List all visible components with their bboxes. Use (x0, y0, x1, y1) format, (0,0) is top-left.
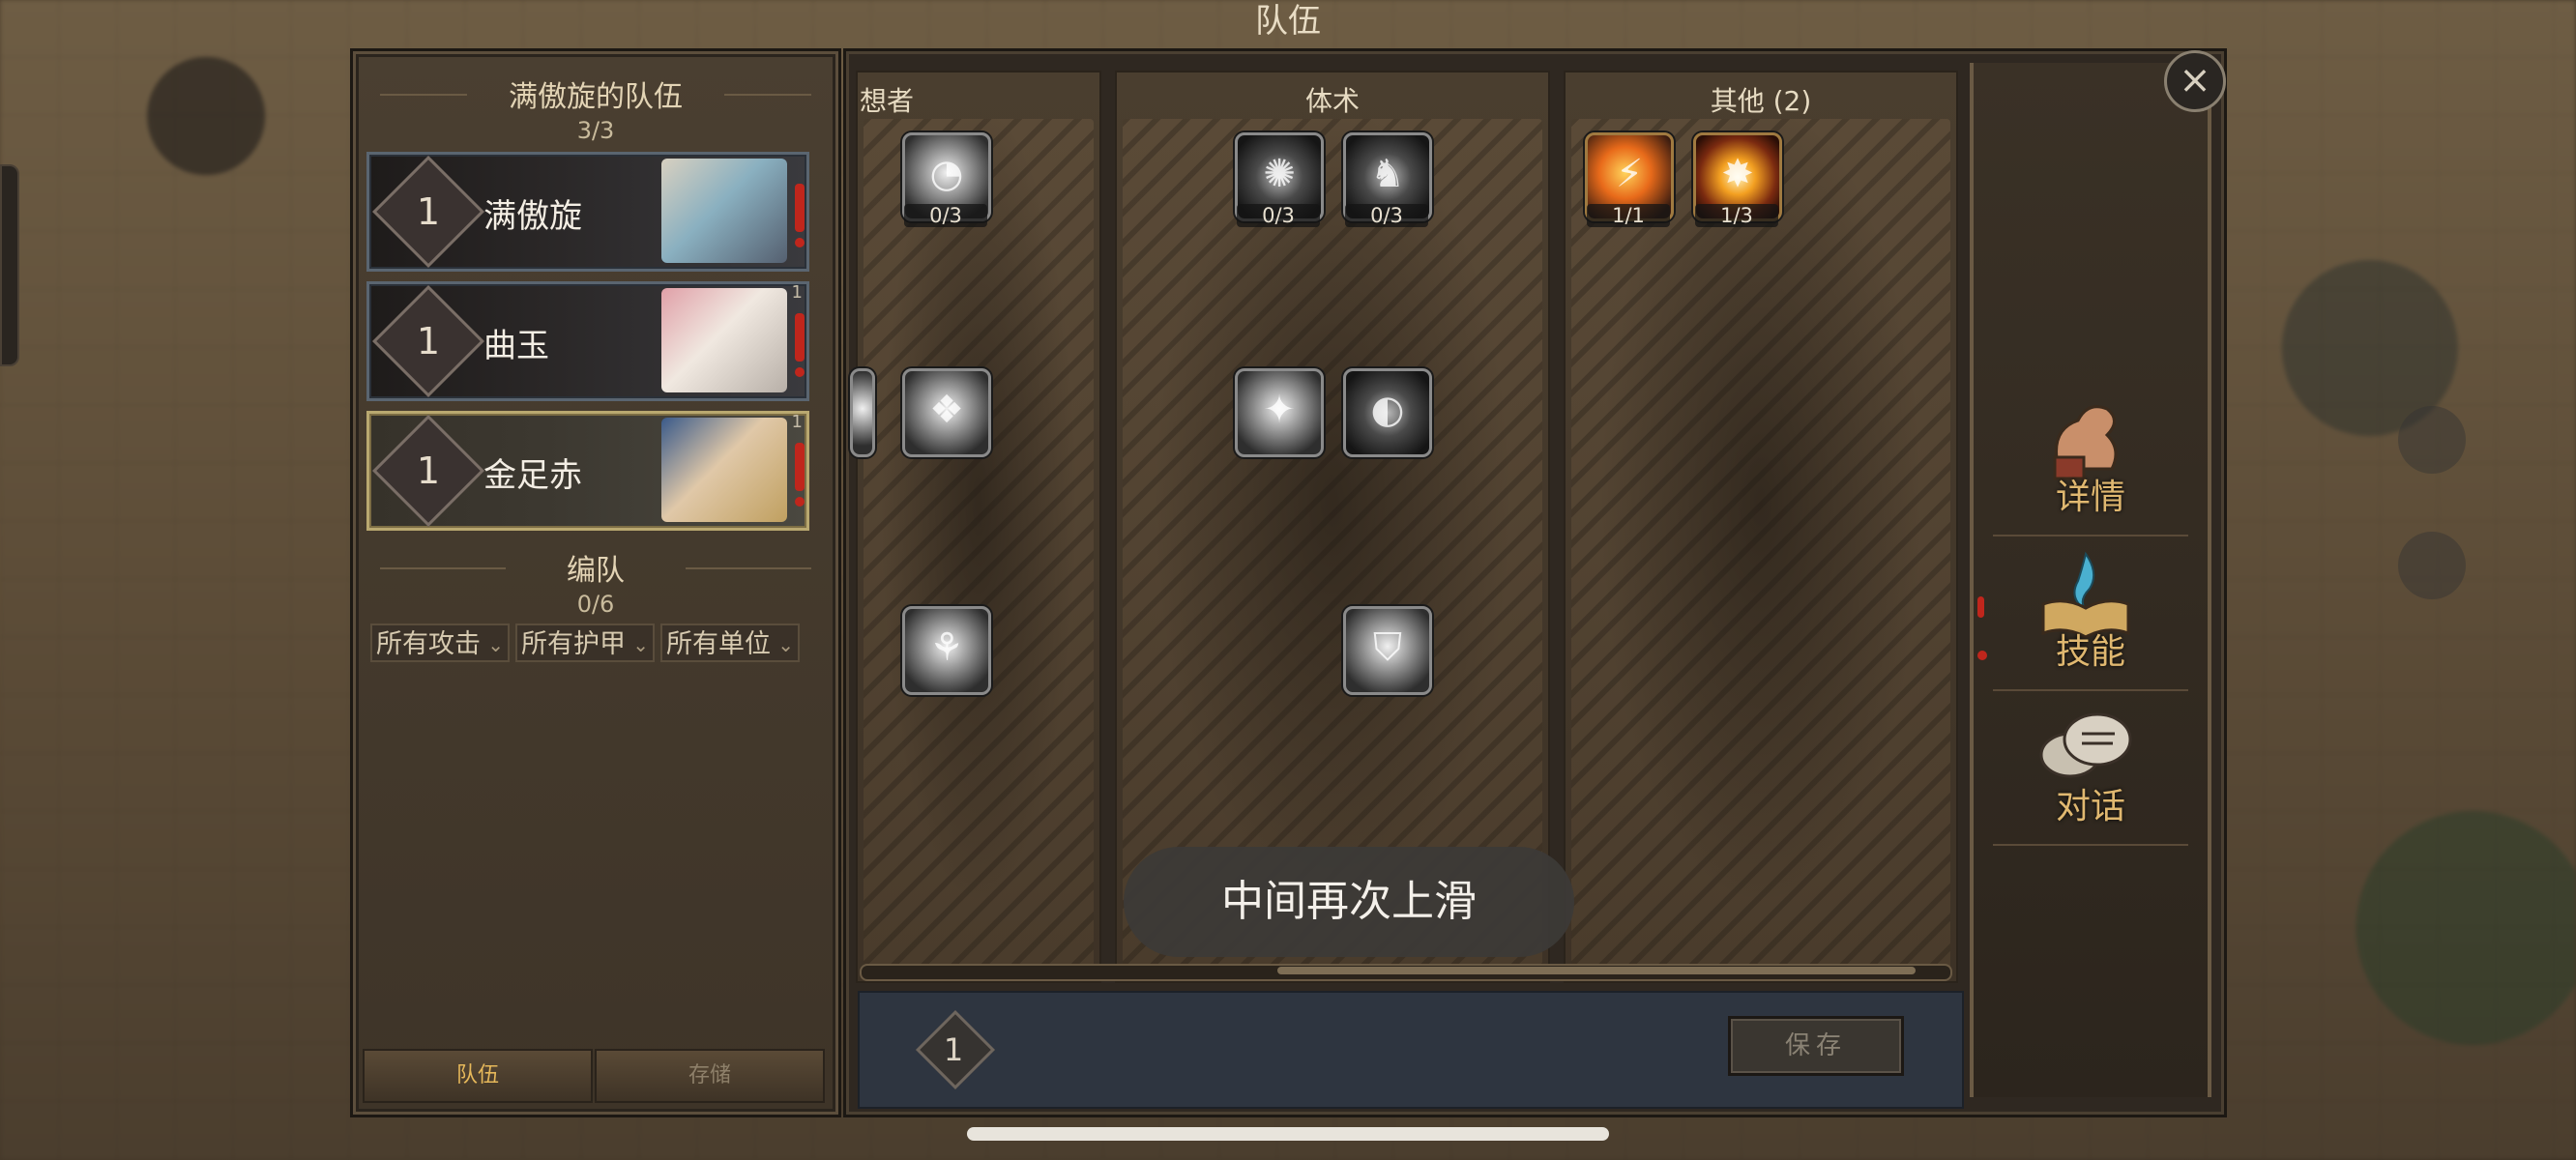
column-title: 其他 (2) (1710, 85, 1812, 117)
alert-icon (795, 313, 805, 377)
bottom-level: 1 (943, 1031, 964, 1068)
column-title: 想者 (860, 85, 915, 117)
tab-storage[interactable]: 存储 (595, 1049, 825, 1103)
sidebar-item-dialogue[interactable]: 对话 (1974, 701, 2208, 846)
hero-name: 金足赤 (483, 456, 582, 495)
hero-card-selected[interactable]: 1 金足赤 1 (366, 411, 809, 531)
hero-card[interactable]: 1 满傲旋 (366, 152, 809, 272)
chevron-down-icon: ⌄ (777, 633, 794, 656)
hero-level: 1 (416, 190, 441, 233)
skill-count: 0/3 (904, 204, 987, 227)
column-title: 体术 (1304, 85, 1360, 117)
skill-column: 其他 (2) ⚡ 1/1 ✸ 1/3 (1564, 71, 1958, 983)
unit-filter-select[interactable]: 所有单位 ⌄ (660, 624, 800, 662)
sidebar-label: 对话 (2055, 787, 2125, 826)
select-value: 所有护甲 (521, 629, 626, 659)
tab-team[interactable]: 队伍 (363, 1049, 593, 1103)
attack-filter-select[interactable]: 所有攻击 ⌄ (370, 624, 510, 662)
skill-icon[interactable]: ❖ (902, 368, 991, 457)
hero-tag: 1 (791, 282, 803, 303)
sidebar-item-details[interactable]: 详情 (1974, 392, 2208, 536)
hero-portrait (661, 159, 787, 263)
horizontal-scrollbar[interactable] (860, 964, 1952, 981)
alert-icon (795, 443, 805, 507)
skill-icon[interactable]: ⛉ (1343, 606, 1432, 695)
formation-title: 编队 (353, 546, 838, 589)
select-value: 所有攻击 (376, 629, 481, 659)
alert-icon (1977, 596, 1987, 660)
map-marker-icon (2398, 532, 2466, 599)
column-artwork (1123, 119, 1542, 973)
skill-count: 0/3 (1237, 204, 1320, 227)
select-value: 所有单位 (666, 629, 771, 659)
edge-handle[interactable] (0, 164, 19, 366)
skill-icon[interactable]: ⚘ (902, 606, 991, 695)
skill-count: 1/1 (1587, 204, 1670, 227)
team-title: 满傲旋的队伍 (353, 72, 838, 115)
sidebar: 详情 技能 对话 (1970, 63, 2211, 1097)
team-count: 3/3 (576, 117, 615, 144)
hero-level: 1 (416, 450, 441, 492)
bottom-bar: 1 保存 (858, 991, 1964, 1109)
skill-icon[interactable] (850, 368, 875, 457)
column-artwork (864, 119, 1094, 973)
sidebar-label: 技能 (2055, 632, 2125, 672)
skill-icon[interactable]: ✦ (1235, 368, 1324, 457)
hero-portrait (661, 418, 787, 522)
hero-name: 曲玉 (483, 327, 549, 365)
skill-count: 1/3 (1695, 204, 1778, 227)
skill-count: 0/3 (1345, 204, 1428, 227)
team-panel: 满傲旋的队伍 3/3 1 满傲旋 1 曲玉 1 1 金足赤 1 编队 0/6 所… (350, 48, 841, 1117)
close-icon[interactable]: × (2164, 50, 2226, 112)
column-artwork (1571, 119, 1950, 973)
hero-name: 满傲旋 (483, 197, 582, 236)
scrollbar-thumb[interactable] (1277, 967, 1916, 974)
armor-filter-select[interactable]: 所有护甲 ⌄ (515, 624, 655, 662)
save-button[interactable]: 保存 (1728, 1016, 1904, 1076)
map-marker-icon (2398, 406, 2466, 474)
skill-column: 想者 ◔ 0/3 ❖ ⚘ (850, 71, 1101, 983)
hero-portrait (661, 288, 787, 392)
home-indicator[interactable] (967, 1127, 1609, 1141)
skill-icon[interactable]: ◐ (1343, 368, 1432, 457)
chevron-down-icon: ⌄ (487, 633, 504, 656)
hero-card[interactable]: 1 曲玉 1 (366, 281, 809, 401)
skill-panel: 想者 ◔ 0/3 ❖ ⚘ 体术 ✺ 0/3 ♞ 0/3 ✦ ◐ ⛉ 其他 (2)… (843, 48, 2227, 1117)
hero-tag: 1 (791, 412, 803, 432)
alert-icon (795, 184, 805, 247)
hero-level: 1 (416, 320, 441, 362)
sidebar-label: 详情 (2055, 478, 2125, 517)
screen-title: 队伍 (1255, 2, 1321, 41)
chevron-down-icon: ⌄ (632, 633, 649, 656)
hint-toast: 中间再次上滑 (1124, 847, 1574, 957)
formation-count: 0/6 (576, 591, 615, 618)
sidebar-item-skills[interactable]: 技能 (1974, 546, 2208, 691)
